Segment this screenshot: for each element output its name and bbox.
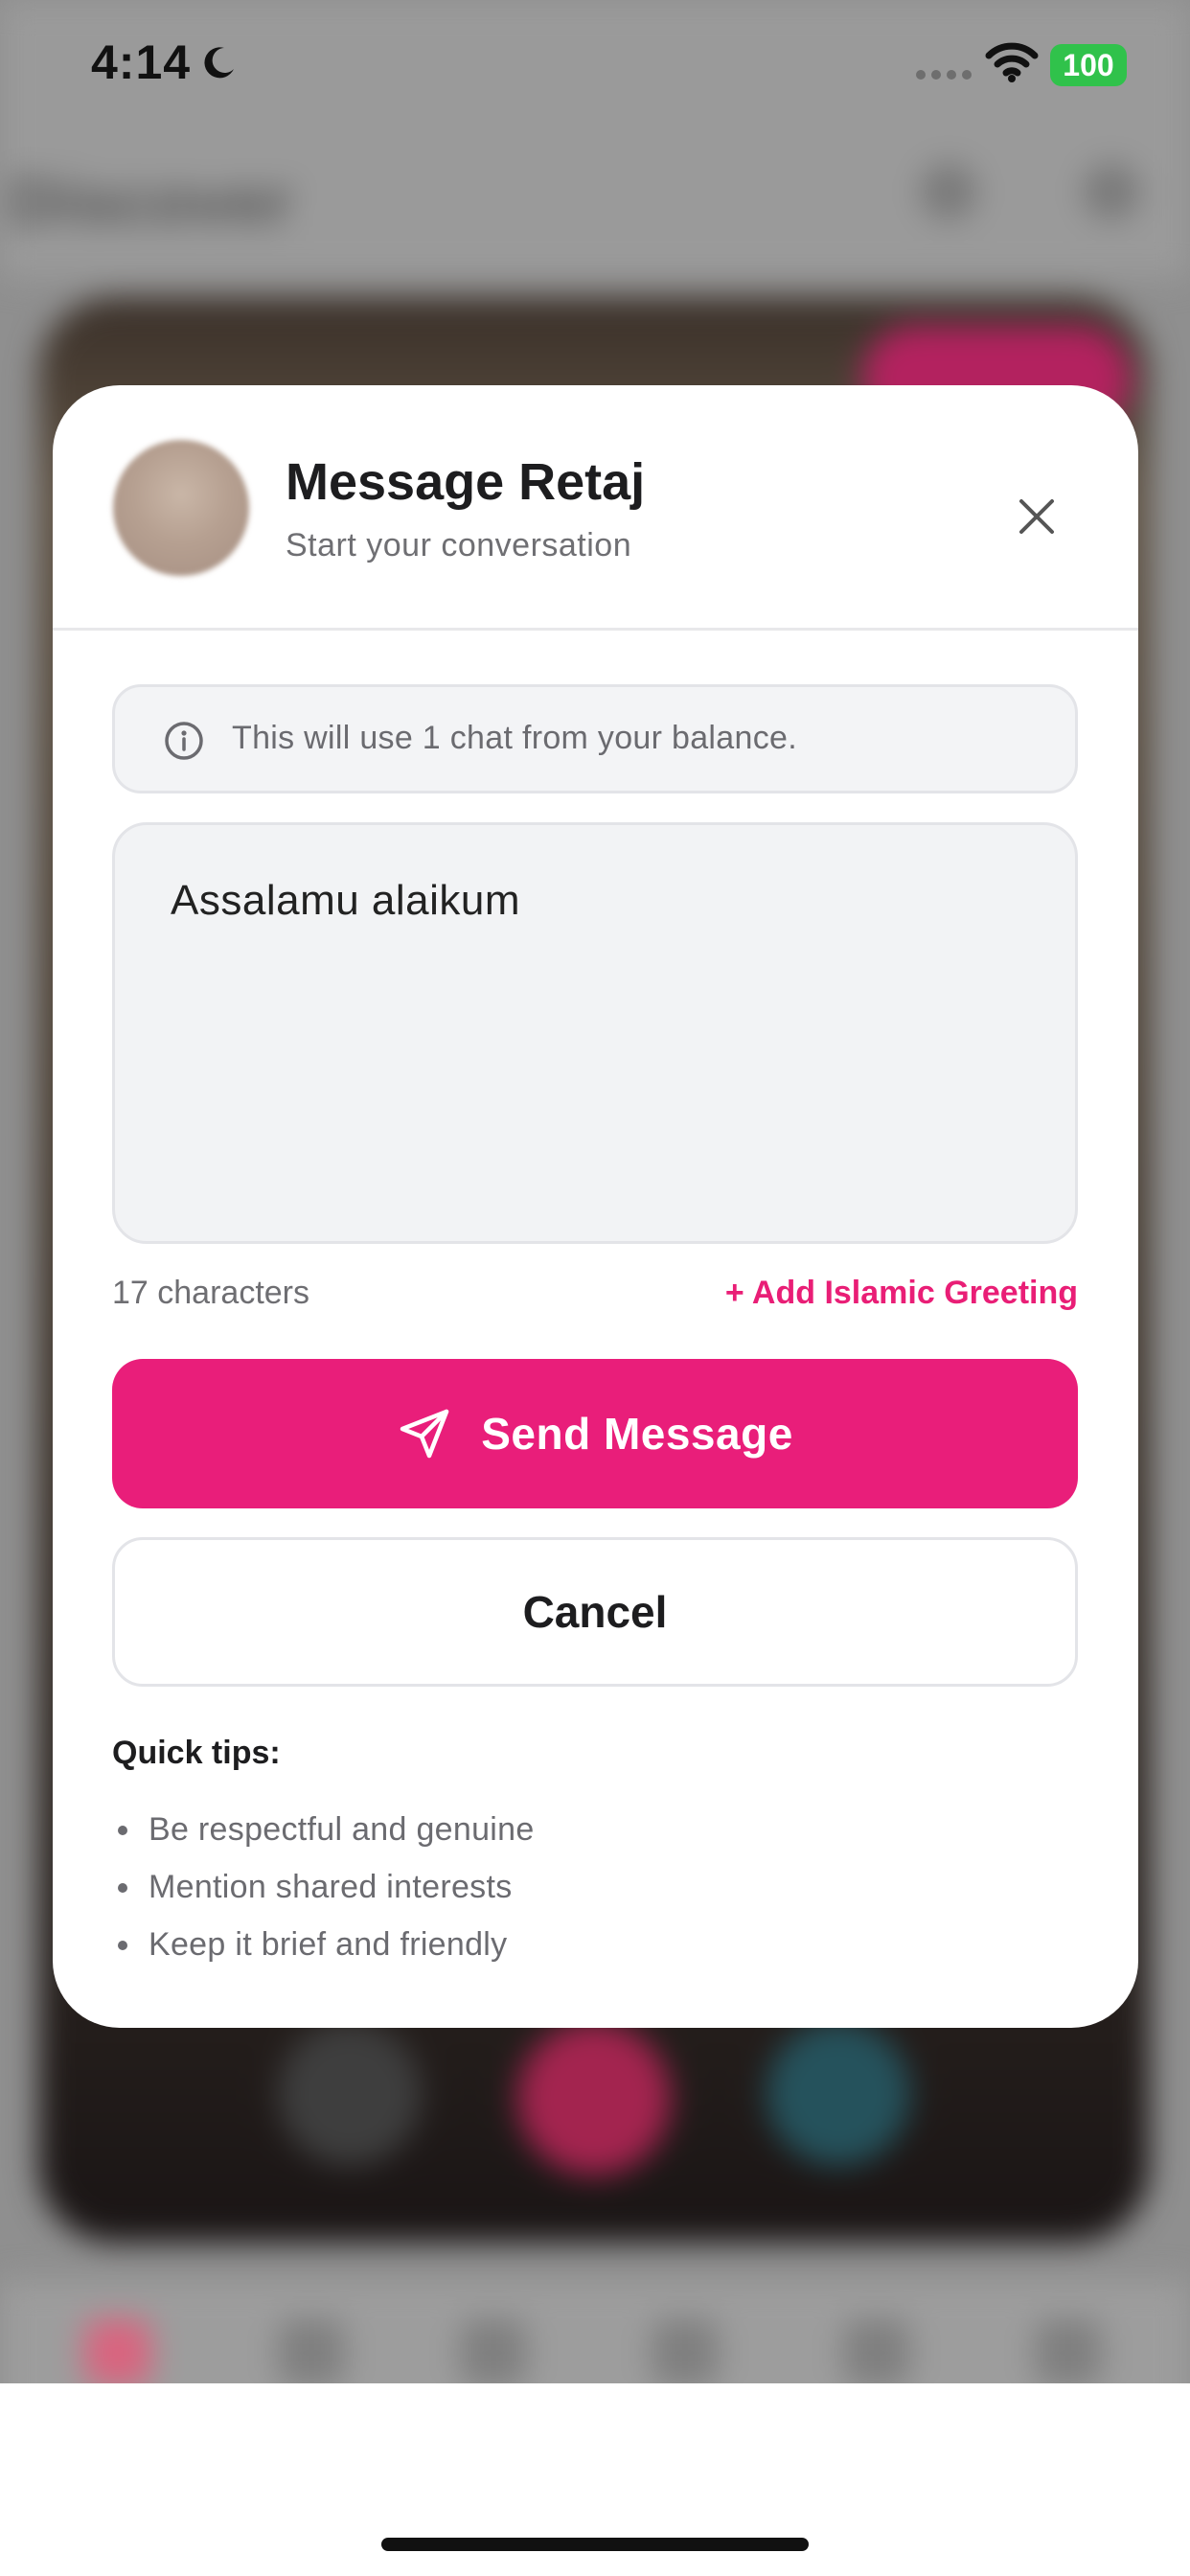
message-modal: Message Retaj Start your conversation Th…: [53, 385, 1138, 2028]
background-tab: [84, 2319, 151, 2386]
close-button[interactable]: [1001, 481, 1072, 552]
background-tab: [1035, 2319, 1102, 2386]
background-tab: [278, 2319, 345, 2386]
info-text: This will use 1 chat from your balance.: [232, 720, 797, 756]
bullet-icon: [118, 1826, 127, 1835]
info-icon: [165, 722, 203, 760]
background-like-button: [517, 2022, 671, 2175]
send-message-button[interactable]: Send Message: [112, 1359, 1078, 1508]
send-icon: [400, 1409, 449, 1459]
modal-title: Message Retaj: [286, 453, 646, 511]
message-text-value: Assalamu alaikum: [171, 877, 521, 924]
tip-text: Be respectful and genuine: [149, 1811, 535, 1848]
modal-subtitle: Start your conversation: [286, 527, 632, 564]
message-textarea[interactable]: Assalamu alaikum: [112, 822, 1078, 1244]
background-header-icon: [920, 163, 977, 220]
cancel-label: Cancel: [522, 1587, 668, 1637]
background-title: Discover: [10, 164, 293, 239]
status-time: 4:14: [91, 35, 192, 89]
background-pass-button: [278, 2022, 422, 2166]
send-message-label: Send Message: [481, 1409, 793, 1459]
home-indicator[interactable]: [381, 2538, 809, 2551]
cellular-signal-icon: [916, 70, 972, 80]
wifi-icon: [985, 42, 1039, 82]
cancel-button[interactable]: Cancel: [112, 1537, 1078, 1687]
background-tab: [652, 2319, 719, 2386]
character-count: 17 characters: [112, 1275, 309, 1311]
moon-icon: [204, 47, 234, 79]
bullet-icon: [118, 1883, 127, 1893]
chat-balance-notice: This will use 1 chat from your balance.: [112, 684, 1078, 794]
tip-text: Keep it brief and friendly: [149, 1926, 508, 1963]
tip-text: Mention shared interests: [149, 1869, 513, 1905]
status-bar: 4:14 100: [0, 0, 1190, 134]
list-item: Mention shared interests: [112, 1869, 535, 1926]
quick-tips-title: Quick tips:: [112, 1735, 281, 1771]
battery-indicator: 100: [1050, 44, 1127, 86]
background-message-button: [767, 2022, 910, 2166]
background-tab: [843, 2319, 910, 2386]
list-item: Be respectful and genuine: [112, 1811, 535, 1869]
modal-header: Message Retaj Start your conversation: [53, 385, 1138, 631]
background-tab: [460, 2319, 527, 2386]
add-islamic-greeting-link[interactable]: + Add Islamic Greeting: [725, 1275, 1078, 1312]
avatar: [113, 440, 249, 576]
list-item: Keep it brief and friendly: [112, 1926, 535, 1984]
close-icon: [1019, 499, 1054, 534]
quick-tips-list: Be respectful and genuine Mention shared…: [112, 1811, 535, 1984]
background-header-icon: [1083, 163, 1140, 220]
bullet-icon: [118, 1941, 127, 1950]
